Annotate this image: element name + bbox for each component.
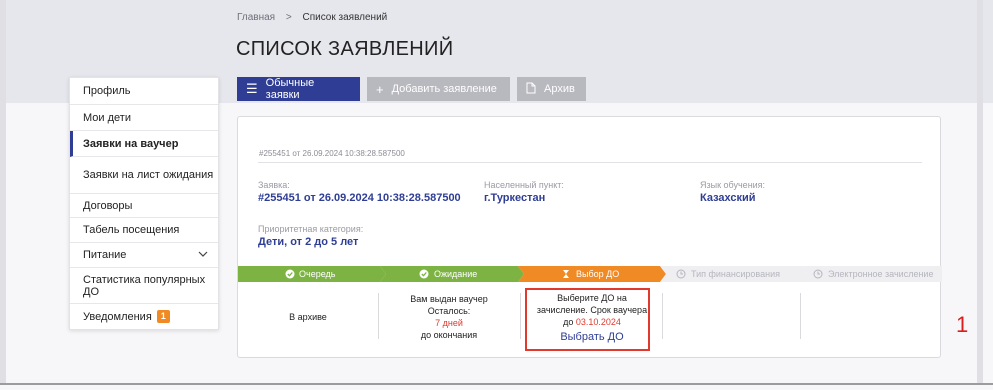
sidebar-item-label: Питание bbox=[83, 249, 127, 261]
sidebar-item-contracts[interactable]: Договоры bbox=[70, 194, 218, 218]
application-number: #255451 от 26.09.2024 10:38:28.587500 bbox=[258, 192, 461, 204]
archive-status: В архиве bbox=[289, 312, 327, 322]
tab-label: Обычные заявки bbox=[265, 77, 315, 101]
sidebar-item-notifications[interactable]: Уведомления 1 bbox=[70, 304, 218, 329]
hamburger-icon: ☰ bbox=[246, 81, 258, 96]
sidebar-item-label: Договоры bbox=[83, 199, 133, 212]
cell-financing bbox=[663, 289, 800, 345]
plus-icon: + bbox=[376, 81, 384, 97]
sidebar-item-label: Заявки на ваучер bbox=[83, 137, 179, 150]
step-label: Выбор ДО bbox=[576, 269, 619, 279]
sidebar: Профиль Мои дети Заявки на ваучер Заявки… bbox=[69, 77, 219, 330]
page-title: СПИСОК ЗАЯВЛЕНИЙ bbox=[236, 38, 454, 60]
step-label: Ожидание bbox=[434, 269, 477, 279]
application-id-small: #255451 от 26.09.2024 10:38:28.587500 bbox=[259, 149, 405, 158]
field-label: Населенный пункт: bbox=[484, 180, 564, 190]
field-label: Заявка: bbox=[258, 180, 290, 190]
tab-regular-applications[interactable]: ☰ Обычные заявки bbox=[237, 77, 360, 101]
category-value: Дети, от 2 до 5 лет bbox=[258, 236, 359, 248]
status-cells: В архиве Вам выдан ваучер Осталось: 7 дн… bbox=[238, 283, 942, 353]
tab-label: Добавить заявление bbox=[391, 83, 497, 95]
field-label: Язык обучения: bbox=[700, 180, 766, 190]
cell-enrollment bbox=[801, 289, 942, 345]
progress-step-financing: Тип финансирования bbox=[660, 266, 807, 282]
cell-voucher-issued: Вам выдан ваучер Осталось: 7 дней до око… bbox=[379, 289, 519, 345]
voucher-line: до окончания bbox=[420, 330, 478, 340]
voucher-line: Осталось: bbox=[427, 306, 471, 316]
tab-add-application[interactable]: + Добавить заявление bbox=[367, 77, 510, 101]
voucher-line: Вам выдан ваучер bbox=[410, 294, 488, 304]
field-label: Приоритетная категория: bbox=[258, 224, 364, 234]
check-circle-icon bbox=[419, 269, 429, 279]
breadcrumb-current: Список заявлений bbox=[302, 12, 388, 23]
step-label: Электронное зачисление bbox=[828, 269, 933, 279]
progress-step-waiting: Ожидание bbox=[380, 266, 524, 282]
status-progress-bar: Очередь Ожидание Выбор ДО Тип финансиров… bbox=[238, 266, 942, 282]
field-application: Заявка: #255451 от 26.09.2024 10:38:28.5… bbox=[258, 180, 461, 204]
sidebar-item-label: Заявки на лист ожидания bbox=[83, 169, 214, 181]
field-language: Язык обучения: Казахский bbox=[700, 180, 765, 204]
cell-archive: В архиве bbox=[238, 289, 378, 345]
window-frame-left bbox=[0, 0, 6, 385]
cell-divider bbox=[520, 293, 521, 339]
voucher-days-left: 7 дней bbox=[435, 318, 463, 328]
highlight-box bbox=[525, 288, 650, 351]
application-card: #255451 от 26.09.2024 10:38:28.587500 За… bbox=[237, 116, 942, 358]
sidebar-item-label: Статистика популярных ДО bbox=[83, 273, 206, 298]
tab-archive[interactable]: Архив bbox=[517, 77, 586, 101]
breadcrumb-home[interactable]: Главная bbox=[237, 12, 275, 23]
window-bottom-border bbox=[0, 383, 993, 385]
sidebar-item-nutrition[interactable]: Питание bbox=[70, 243, 218, 268]
sidebar-item-label: Табель посещения bbox=[83, 224, 180, 236]
sidebar-item-label: Уведомления bbox=[83, 310, 152, 323]
sidebar-item-my-children[interactable]: Мои дети bbox=[70, 105, 218, 131]
window-frame-right bbox=[977, 0, 983, 385]
sidebar-item-profile[interactable]: Профиль bbox=[70, 78, 218, 105]
check-circle-icon bbox=[285, 269, 295, 279]
tab-bar: ☰ Обычные заявки + Добавить заявление Ар… bbox=[237, 77, 586, 101]
sidebar-item-attendance[interactable]: Табель посещения bbox=[70, 218, 218, 243]
sidebar-item-popular-stats[interactable]: Статистика популярных ДО bbox=[70, 268, 218, 304]
progress-step-enrollment: Электронное зачисление bbox=[801, 266, 942, 282]
progress-step-queue: Очередь bbox=[238, 266, 386, 282]
chevron-down-icon[interactable] bbox=[198, 249, 208, 260]
breadcrumb-separator: > bbox=[285, 12, 292, 23]
field-locality: Населенный пункт: г.Туркестан bbox=[484, 180, 564, 204]
sidebar-item-label: Мои дети bbox=[83, 111, 131, 124]
sidebar-item-label: Профиль bbox=[83, 85, 131, 97]
sidebar-item-waiting-list[interactable]: Заявки на лист ожидания bbox=[70, 157, 218, 194]
step-label: Тип финансирования bbox=[691, 269, 780, 279]
sidebar-item-voucher-applications[interactable]: Заявки на ваучер bbox=[70, 131, 218, 157]
document-icon bbox=[526, 82, 536, 97]
card-divider bbox=[258, 162, 922, 163]
step-label: Очередь bbox=[299, 269, 336, 279]
breadcrumb: Главная > Список заявлений bbox=[237, 12, 387, 23]
language-value: Казахский bbox=[700, 192, 756, 204]
annotation-number: 1 bbox=[956, 312, 969, 337]
notification-badge: 1 bbox=[156, 310, 170, 323]
locality-value: г.Туркестан bbox=[484, 192, 546, 204]
tab-label: Архив bbox=[544, 83, 575, 95]
field-category: Приоритетная категория: Дети, от 2 до 5 … bbox=[258, 224, 363, 248]
progress-step-select-do: Выбор ДО bbox=[518, 266, 666, 282]
